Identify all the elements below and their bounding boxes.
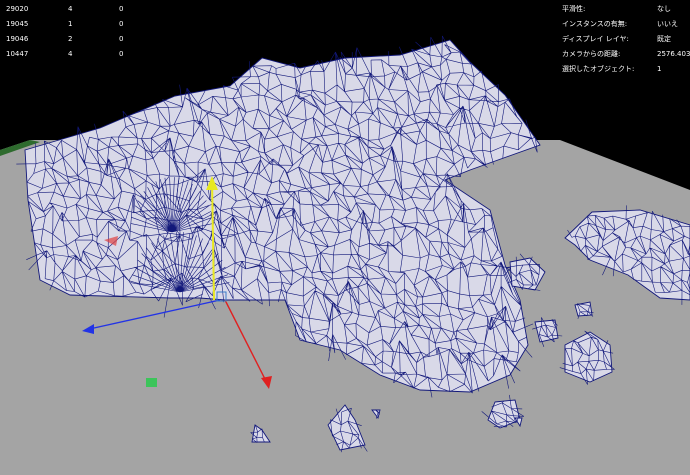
3d-viewport[interactable]: 29020 4 0 19045 1 0 19046 2 0 10447 4 0 平滑性: なしインスタン…: [0, 0, 690, 475]
info-label: インスタンスの有無:: [562, 20, 628, 28]
info-value: いいえ: [657, 20, 678, 28]
info-label: 平滑性:: [562, 5, 586, 13]
poly-count-value: 19046: [6, 35, 29, 43]
info-value: なし: [657, 5, 671, 13]
poly-count-value: 0: [119, 50, 124, 58]
poly-count-value: 10447: [6, 50, 29, 58]
poly-count-value: 0: [119, 35, 124, 43]
info-label: ディスプレイ レイヤ:: [562, 35, 629, 43]
pivot-marker[interactable]: [146, 378, 157, 387]
poly-count-value: 29020: [6, 5, 29, 13]
poly-count-value: 1: [68, 20, 73, 28]
poly-count-row: 29020 4 0: [6, 2, 139, 17]
poly-count-value: 0: [119, 20, 124, 28]
info-row: 選択したオブジェクト: 1: [562, 62, 690, 77]
info-row: ディスプレイ レイヤ: 既定: [562, 32, 690, 47]
poly-count-value: 4: [68, 50, 73, 58]
info-row: カメラからの距離: 2576.403: [562, 47, 690, 62]
info-value: 2576.403: [657, 50, 690, 58]
info-value: 既定: [657, 35, 671, 43]
poly-count-row: 19045 1 0: [6, 17, 139, 32]
poly-count-hud: 29020 4 0 19045 1 0 19046 2 0 10447 4 0: [6, 2, 139, 62]
info-row: 平滑性: なし: [562, 2, 690, 17]
info-label: 選択したオブジェクト:: [562, 65, 635, 73]
object-info-hud: 平滑性: なしインスタンスの有無: いいえディスプレイ レイヤ: 既定カメラからの距離…: [562, 2, 690, 77]
poly-count-row: 19046 2 0: [6, 32, 139, 47]
info-value: 1: [657, 65, 662, 73]
poly-count-value: 2: [68, 35, 73, 43]
poly-count-value: 19045: [6, 20, 29, 28]
poly-count-value: 4: [68, 5, 73, 13]
poly-count-row: 10447 4 0: [6, 47, 139, 62]
info-row: インスタンスの有無: いいえ: [562, 17, 690, 32]
poly-count-value: 0: [119, 5, 124, 13]
info-label: カメラからの距離:: [562, 50, 621, 58]
